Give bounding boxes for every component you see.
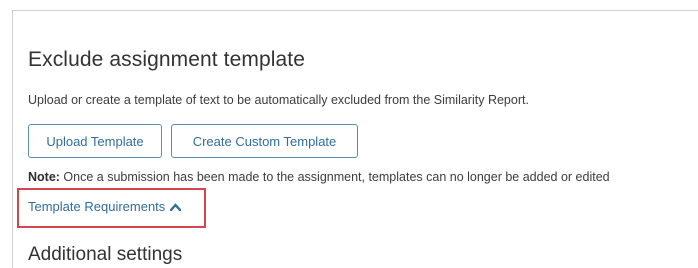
panel-left-border	[12, 10, 13, 268]
template-requirements-label: Template Requirements	[28, 199, 166, 214]
section-title: Exclude assignment template	[28, 48, 306, 71]
template-requirements-link[interactable]: Template Requirements	[28, 199, 182, 214]
note-label: Note:	[28, 170, 60, 184]
note-text: Note: Once a submission has been made to…	[28, 170, 610, 184]
additional-settings-title: Additional settings	[28, 244, 183, 265]
section-description: Upload or create a template of text to b…	[28, 93, 529, 107]
panel-top-border	[12, 10, 698, 11]
settings-panel: Exclude assignment template Upload or cr…	[0, 0, 698, 268]
create-custom-template-button[interactable]: Create Custom Template	[171, 124, 358, 158]
upload-template-button[interactable]: Upload Template	[28, 124, 162, 158]
chevron-up-icon	[170, 202, 182, 211]
note-body: Once a submission has been made to the a…	[59, 170, 610, 184]
